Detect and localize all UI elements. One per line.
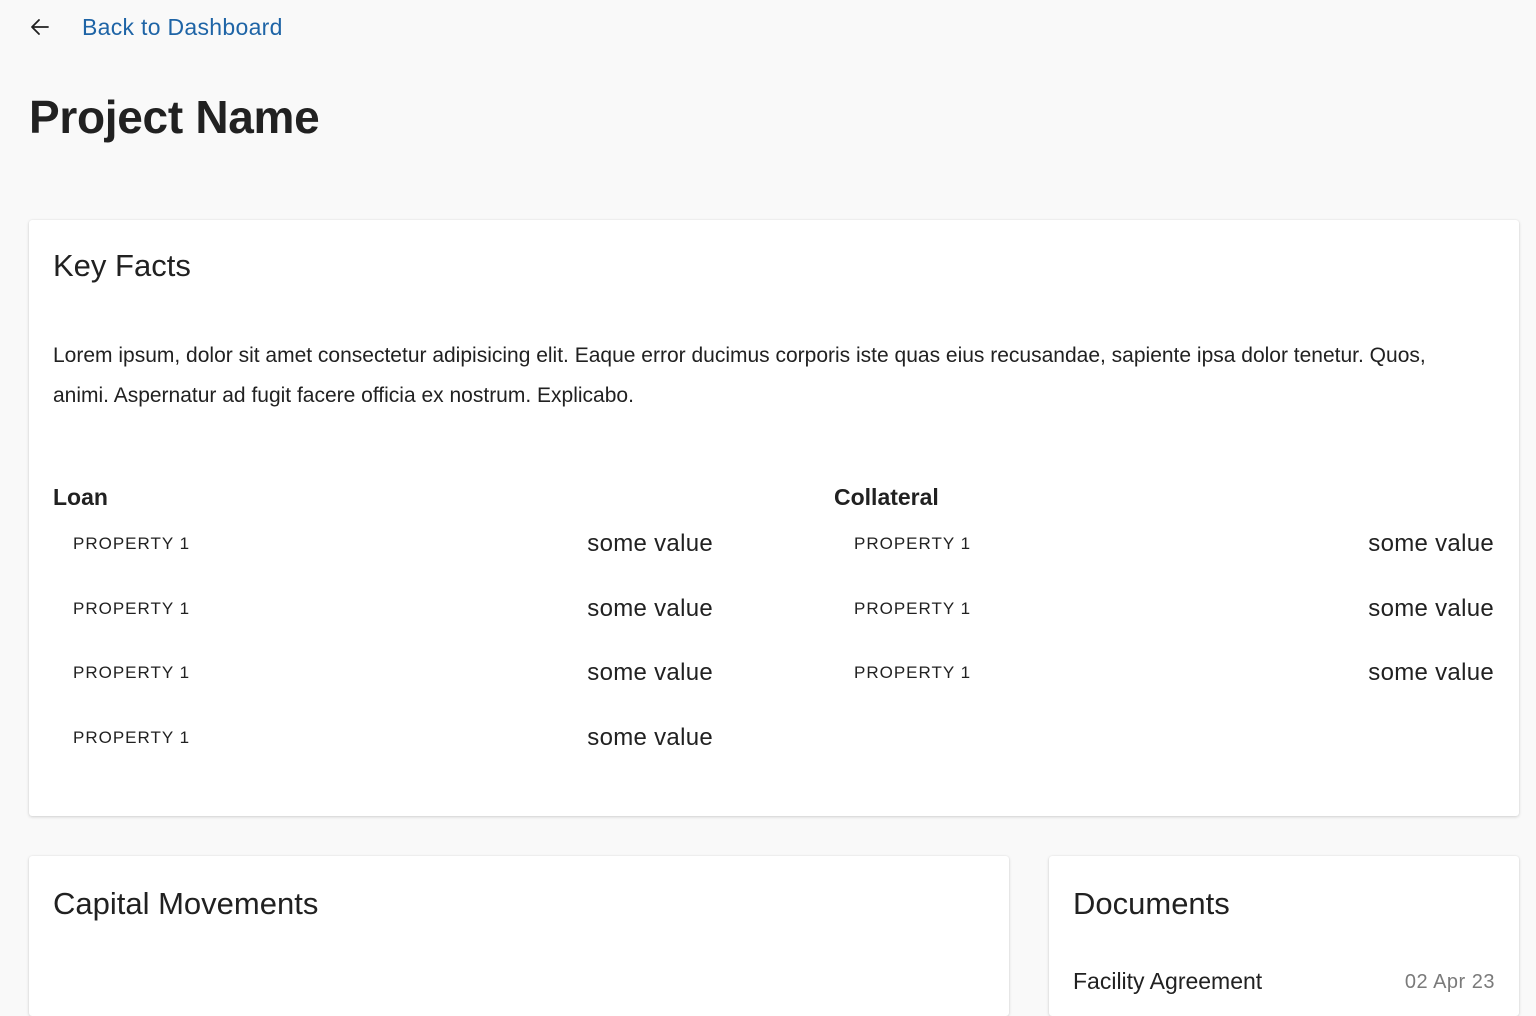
key-facts-description: Lorem ipsum, dolor sit amet consectetur … <box>53 344 1426 407</box>
property-label: PROPERTY 1 <box>854 663 972 682</box>
property-label: PROPERTY 1 <box>73 534 191 553</box>
property-label: PROPERTY 1 <box>73 598 191 618</box>
capital-movements-card: Capital Movements <box>29 856 1009 1016</box>
back-link-label[interactable]: Back to Dashboard <box>82 14 283 41</box>
property-value: some value <box>587 659 713 686</box>
key-facts-card: Key Facts Lorem ipsum, dolor sit amet co… <box>29 220 1519 816</box>
collateral-section: Collateral PROPERTY 1 some value PROPERT… <box>834 482 1494 710</box>
back-to-dashboard-link[interactable]: Back to Dashboard <box>28 10 283 44</box>
arrow-left-icon[interactable] <box>28 15 52 39</box>
document-name[interactable]: Facility Agreement <box>1073 968 1262 995</box>
document-item[interactable]: Facility Agreement 02 Apr 23 <box>1073 964 1495 998</box>
property-value: some value <box>587 723 713 751</box>
property-label: PROPERTY 1 <box>73 727 191 747</box>
property-value: some value <box>1368 530 1494 557</box>
collateral-property-row: PROPERTY 1 some value <box>834 581 1494 646</box>
loan-section-title: Loan <box>53 484 108 510</box>
key-facts-title: Key Facts <box>53 248 191 283</box>
property-label: PROPERTY 1 <box>73 663 191 682</box>
loan-property-row: PROPERTY 1 some value <box>53 516 713 581</box>
collateral-section-title: Collateral <box>834 484 939 510</box>
collateral-property-row: PROPERTY 1 some value <box>834 516 1494 581</box>
property-value: some value <box>587 594 713 622</box>
property-value: some value <box>1368 659 1494 686</box>
property-label: PROPERTY 1 <box>854 598 972 618</box>
page-title: Project Name <box>29 91 320 143</box>
document-date: 02 Apr 23 <box>1404 971 1495 993</box>
property-value: some value <box>587 530 713 557</box>
capital-movements-title: Capital Movements <box>53 886 319 921</box>
documents-title: Documents <box>1073 886 1230 921</box>
collateral-property-row: PROPERTY 1 some value <box>834 645 1494 710</box>
property-label: PROPERTY 1 <box>854 534 972 553</box>
loan-section: Loan PROPERTY 1 some value PROPERTY 1 so… <box>53 482 713 774</box>
loan-property-row: PROPERTY 1 some value <box>53 645 713 710</box>
property-value: some value <box>1368 594 1494 622</box>
loan-property-row: PROPERTY 1 some value <box>53 581 713 646</box>
loan-property-row: PROPERTY 1 some value <box>53 710 713 775</box>
documents-card: Documents Facility Agreement 02 Apr 23 <box>1049 856 1519 1016</box>
